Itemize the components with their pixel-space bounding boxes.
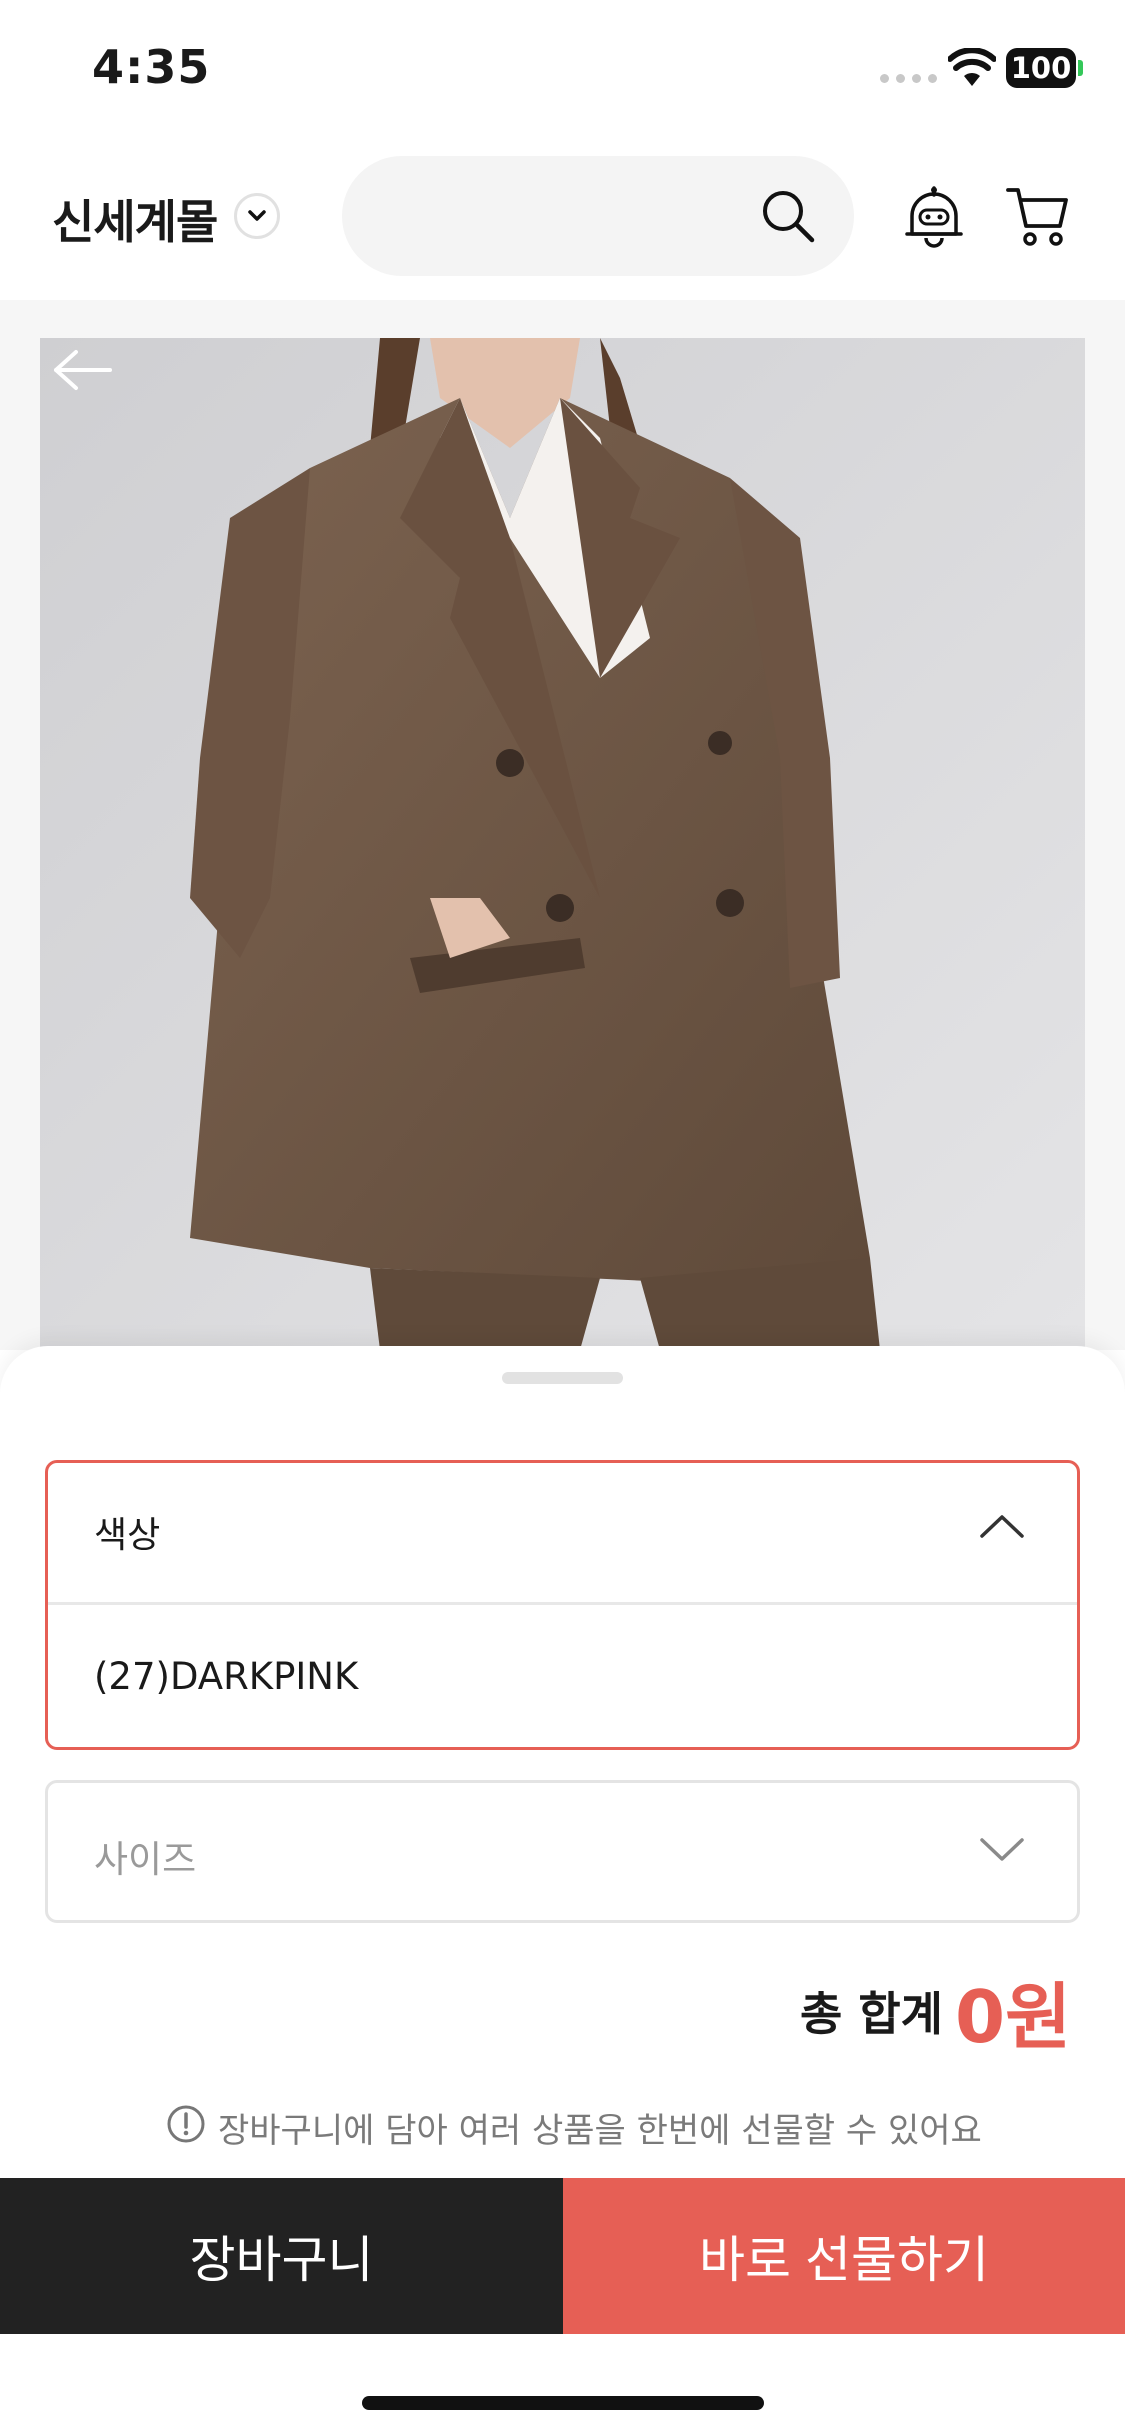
total-price: 0원 xyxy=(955,1975,1072,2059)
mall-selector-label[interactable]: 신세계몰 xyxy=(52,186,218,252)
chevron-up-icon[interactable] xyxy=(978,1512,1026,1544)
color-option-dropdown[interactable] xyxy=(45,1460,1080,1750)
wifi-icon xyxy=(947,47,997,92)
color-option-label[interactable]: 색상 xyxy=(94,1506,160,1558)
gift-info-text: 장바구니에 담아 여러 상품을 한번에 선물할 수 있어요 xyxy=(218,2111,982,2151)
home-indicator[interactable] xyxy=(362,2396,764,2410)
battery-tip xyxy=(1078,60,1083,76)
dropdown-divider xyxy=(48,1602,1077,1605)
status-time: 4:35 xyxy=(92,40,211,94)
color-option-item[interactable]: (27)DARKPINK xyxy=(94,1655,358,1698)
search-bar[interactable] xyxy=(342,156,854,276)
back-arrow-icon[interactable] xyxy=(52,348,114,396)
search-icon[interactable] xyxy=(758,186,818,250)
total-label: 총 합계 xyxy=(800,1987,943,2041)
sheet-drag-handle[interactable] xyxy=(502,1372,623,1384)
cart-icon[interactable] xyxy=(1006,186,1070,252)
cellular-signal-icon xyxy=(880,74,937,83)
size-option-dropdown[interactable] xyxy=(45,1780,1080,1923)
gift-now-button[interactable]: 바로 선물하기 xyxy=(563,2178,1125,2334)
product-photo xyxy=(40,338,1085,1350)
chevron-down-icon[interactable] xyxy=(978,1836,1026,1868)
battery-indicator: 100 xyxy=(1006,48,1076,88)
size-option-placeholder[interactable]: 사이즈 xyxy=(94,1829,196,1883)
info-icon xyxy=(166,2104,206,2148)
chevron-down-icon[interactable] xyxy=(234,193,280,239)
add-to-cart-button[interactable]: 장바구니 xyxy=(0,2178,563,2334)
chatbot-icon[interactable] xyxy=(904,186,964,254)
